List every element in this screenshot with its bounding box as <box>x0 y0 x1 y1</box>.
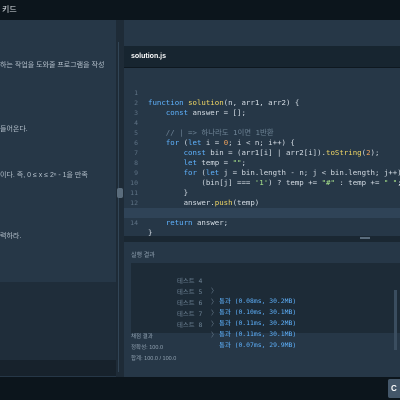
result-splitter[interactable] <box>124 236 400 242</box>
problem-panel: 하는 작업을 도와줄 프로그램을 작성 들어온다. 이다. 즉, 0 ≤ x ≤… <box>0 20 116 377</box>
code-line: 12 } <box>124 188 400 217</box>
test-separator: 〉 <box>211 320 218 328</box>
code-line: 13 return answer; <box>124 198 400 227</box>
test-result: 통과 (0.07ms, 29.9MB) <box>219 341 297 349</box>
code-line: 2 const answer = []; <box>124 88 400 117</box>
results-panel: 테스트 4 〉 통과 (0.08ms, 30.2MB) 테스트 5 〉 통과 (… <box>131 263 400 349</box>
code-line: 3 <box>124 98 400 117</box>
result-row: 테스트 5 〉 통과 (0.10ms, 30.1MB) <box>131 277 400 316</box>
line-number: 14 <box>130 219 138 227</box>
code-line: 8 for (let j = bin.length - n; j < bin.l… <box>124 148 400 177</box>
result-row: 테스트 6 〉 통과 (0.11ms, 30.2MB) <box>131 288 400 327</box>
top-bar: 키드 <box>0 0 400 20</box>
test-result: 통과 (0.11ms, 30.1MB) <box>219 330 297 338</box>
tab-solution-js[interactable]: solution.js <box>124 46 400 68</box>
action-button[interactable]: C <box>388 379 400 398</box>
code-text: return answer; <box>165 218 229 227</box>
results-scrollbar[interactable] <box>394 290 397 350</box>
splitter-handle[interactable] <box>360 237 370 239</box>
pane-divider[interactable] <box>116 20 124 377</box>
grade-title: 채점 결과 <box>131 334 153 340</box>
test-separator: 〉 <box>211 331 218 339</box>
results-heading: 실행 결과 <box>131 253 155 259</box>
code-editor[interactable]: 1 function solution(n, arr1, arr2) { 2 c… <box>124 68 400 237</box>
test-label: 테스트 8 <box>177 321 203 329</box>
code-line: 10 } <box>124 168 400 197</box>
code-line: 4 // | => 하나라도 1이면 1반환 <box>124 108 400 137</box>
code-line: 11 answer.push(temp) <box>124 178 400 207</box>
result-row: 테스트 7 〉 통과 (0.11ms, 30.1MB) <box>131 299 400 338</box>
problem-text-line: 이다. 즉, 0 ≤ x ≤ 2ⁿ - 1을 만족 <box>0 172 88 179</box>
tab-label: solution.js <box>131 53 166 60</box>
problem-text-line: 들어온다. <box>0 126 28 133</box>
problem-text-line: 하는 작업을 도와줄 프로그램을 작성 <box>0 62 105 69</box>
editor-pane: solution.js 1 function solution(n, arr1,… <box>124 20 400 377</box>
grade-summary: 채점 결과 정확성: 100.0 합계: 100.0 / 100.0 <box>131 332 176 365</box>
grade-accuracy: 정확성: 100.0 <box>131 345 163 351</box>
example-panel-footer <box>0 360 116 376</box>
divider-handle[interactable] <box>117 188 123 198</box>
code-line: 6 const bin = (arr1[i] | arr2[i]).toStri… <box>124 128 400 157</box>
code-line-active: 14 } <box>124 208 400 237</box>
bottom-bar: C <box>0 377 400 400</box>
code-line: 9 (bin[j] === '1') ? temp += "#" : temp … <box>124 158 400 187</box>
problem-text-line: 력하라. <box>0 233 22 240</box>
divider-line <box>118 42 119 372</box>
result-row: 테스트 8 〉 통과 (0.07ms, 29.9MB) <box>131 310 400 349</box>
page-title: 키드 <box>2 5 17 14</box>
code-line: 7 let temp = ""; <box>124 138 400 167</box>
grade-total: 합계: 100.0 / 100.0 <box>131 356 177 362</box>
result-row: 테스트 4 〉 통과 (0.08ms, 30.2MB) <box>131 266 400 305</box>
code-line: 5 for (let i = 0; i < n; i++) { <box>124 118 400 147</box>
code-line: 1 function solution(n, arr1, arr2) { <box>124 78 400 107</box>
